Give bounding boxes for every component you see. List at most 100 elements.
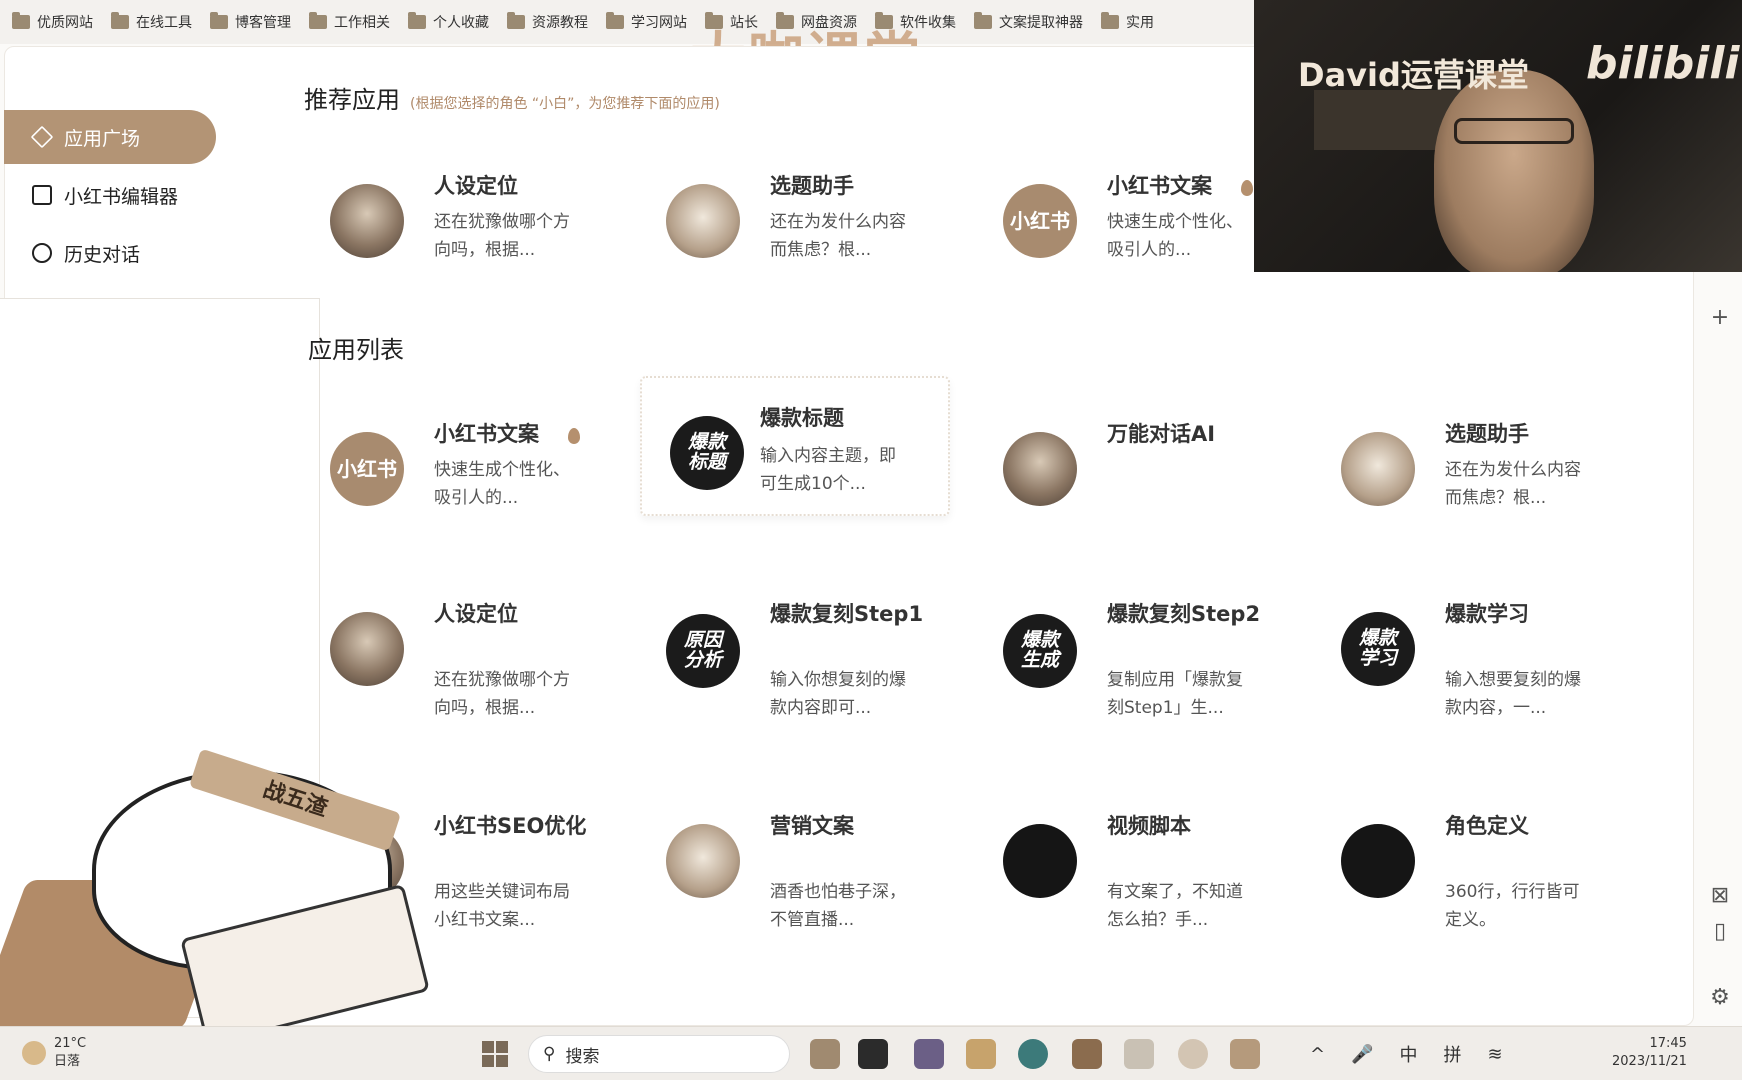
bookmark-label: 个人收藏 xyxy=(433,15,489,31)
bilibili-logo: bilibili xyxy=(1586,38,1740,89)
bookmark-item[interactable]: 博客管理 xyxy=(210,12,291,32)
presenter-glasses xyxy=(1454,118,1574,144)
sun-icon xyxy=(22,1041,46,1065)
app-icon-3[interactable] xyxy=(1178,1039,1208,1069)
folder-icon xyxy=(606,12,624,29)
app-card-title: 角色定义 xyxy=(1445,814,1529,838)
app-avatar xyxy=(330,184,404,258)
cat-sticker: 战五渣 xyxy=(0,740,430,1047)
sidebar-item-xhs-editor[interactable]: 小红书编辑器 xyxy=(4,168,224,222)
ime-mode[interactable]: 拼 xyxy=(1444,1041,1462,1067)
bookmark-label: 工作相关 xyxy=(334,15,390,31)
app-avatar: 小红书 xyxy=(330,432,404,506)
cube-icon xyxy=(30,125,54,149)
folder-icon xyxy=(974,12,992,29)
fire-icon xyxy=(568,428,580,444)
app-card[interactable]: 原因 分析 爆款复刻Step1 输入你想复刻的爆款内容即可... xyxy=(666,598,976,738)
bookmark-item[interactable]: 个人收藏 xyxy=(408,12,489,32)
wifi-icon[interactable]: ≋ xyxy=(1488,1044,1503,1065)
app-card[interactable]: 营销文案酒香也怕巷子深，不管直播... xyxy=(666,810,976,950)
app-card[interactable]: 爆款 标题 爆款标题 输入内容主题，即可生成10个... xyxy=(640,376,950,516)
app-card-desc: 还在为发什么内容而焦虑？根... xyxy=(1445,460,1581,508)
app-card[interactable]: 小红书 小红书文案 快速生成个性化、吸引人的... xyxy=(330,418,640,558)
bookmark-item[interactable]: 实用 xyxy=(1101,12,1154,32)
recommended-subtitle: (根据您选择的角色 “小白”，为您推荐下面的应用) xyxy=(410,96,720,112)
bookmark-label: 资源教程 xyxy=(532,15,588,31)
app-avatar xyxy=(666,824,740,898)
app-icon-teams[interactable] xyxy=(914,1039,944,1069)
sidebar-item-label: 应用广场 xyxy=(64,127,141,150)
webcam-overlay: David运营课堂 bilibili xyxy=(1254,0,1742,272)
app-avatar xyxy=(666,184,740,258)
app-avatar xyxy=(330,612,404,686)
taskbar-search[interactable]: ⚲ 搜索 xyxy=(528,1035,790,1073)
bookmark-item[interactable]: 学习网站 xyxy=(606,12,687,32)
bookmark-item[interactable]: 在线工具 xyxy=(111,12,192,32)
app-avatar: 爆款 学习 xyxy=(1341,612,1415,686)
app-card[interactable]: 爆款 生成 爆款复刻Step2 复制应用「爆款复刻Step1」生... xyxy=(1003,598,1313,738)
app-card-desc: 还在为发什么内容而焦虑？根... xyxy=(770,212,906,260)
bookmark-label: 文案提取神器 xyxy=(999,15,1083,31)
app-card-desc: 用这些关键词布局小红书文案... xyxy=(434,882,570,930)
app-card-desc: 还在犹豫做哪个方向吗，根据... xyxy=(434,212,570,260)
bookmark-item[interactable]: 工作相关 xyxy=(309,12,390,32)
app-card[interactable]: 人设定位 还在犹豫做哪个方向吗，根据... xyxy=(330,598,640,738)
folder-icon xyxy=(507,12,525,29)
app-avatar xyxy=(1003,824,1077,898)
sidebar-item-history[interactable]: 历史对话 xyxy=(4,226,224,280)
app-card-desc: 输入内容主题，即可生成10个... xyxy=(760,446,896,494)
app-card-title: 万能对话AI xyxy=(1107,422,1216,446)
app-card[interactable]: 爆款 学习 爆款学习 输入想要复刻的爆款内容，一... xyxy=(1341,598,1651,738)
app-card-desc: 快速生成个性化、吸引人的... xyxy=(1107,212,1243,260)
app-card[interactable]: 视频脚本 有文案了，不知道怎么拍？手... xyxy=(1003,810,1313,950)
app-avatar: 原因 分析 xyxy=(666,614,740,688)
app-card[interactable]: 万能对话AI xyxy=(1003,418,1313,558)
app-avatar xyxy=(1341,432,1415,506)
sidebar-toggle-icon[interactable]: ▯ xyxy=(1708,920,1732,944)
app-icon-1[interactable] xyxy=(810,1039,840,1069)
app-card[interactable]: 角色定义 360行，行行皆可定义。 xyxy=(1341,810,1651,950)
microphone-icon[interactable]: 🎤 xyxy=(1351,1044,1373,1065)
app-card-title: 视频脚本 xyxy=(1107,814,1191,838)
presenter-face xyxy=(1434,70,1594,272)
start-button[interactable] xyxy=(482,1041,508,1067)
app-card-title: 爆款标题 xyxy=(760,406,844,430)
edge-icon[interactable] xyxy=(1018,1039,1048,1069)
app-card-title: 营销文案 xyxy=(770,814,854,838)
app-card[interactable]: 选题助手还在为发什么内容而焦虑？根... xyxy=(666,170,976,310)
sidebar-item-app-plaza[interactable]: 应用广场 xyxy=(4,110,216,164)
app-card[interactable]: 选题助手 还在为发什么内容而焦虑？根... xyxy=(1341,418,1651,558)
clock[interactable]: 17:45 2023/11/21 xyxy=(1612,1035,1687,1071)
folder-icon xyxy=(408,12,426,29)
sidebar-item-label: 历史对话 xyxy=(64,243,141,266)
app-card-title: 小红书文案 xyxy=(434,422,539,446)
bookmark-item[interactable]: 资源教程 xyxy=(507,12,588,32)
notepad-icon[interactable] xyxy=(1124,1039,1154,1069)
app-card-title: 选题助手 xyxy=(770,174,854,198)
app-icon-4[interactable] xyxy=(1230,1039,1260,1069)
app-card-title: 人设定位 xyxy=(434,174,518,198)
app-icon-store[interactable] xyxy=(1072,1039,1102,1069)
weather-temp: 21°C xyxy=(54,1036,87,1051)
chevron-up-icon[interactable]: ^ xyxy=(1310,1044,1325,1065)
app-card[interactable]: 人设定位还在犹豫做哪个方向吗，根据... xyxy=(330,170,640,310)
plus-icon[interactable]: + xyxy=(1708,306,1732,330)
sidebar: 应用广场 小红书编辑器 历史对话 xyxy=(4,110,224,284)
app-card-title: 人设定位 xyxy=(434,602,518,626)
folder-icon xyxy=(1101,12,1119,29)
edit-icon xyxy=(32,185,52,205)
gear-icon[interactable]: ⚙ xyxy=(1708,986,1732,1010)
app-avatar: 小红书 xyxy=(1003,184,1077,258)
app-card-desc: 酒香也怕巷子深，不管直播... xyxy=(770,882,906,930)
bookmark-item[interactable]: 文案提取神器 xyxy=(974,12,1083,32)
folder-icon[interactable] xyxy=(966,1039,996,1069)
weather-widget[interactable]: 21°C 日落 xyxy=(22,1035,86,1071)
bookmark-label: 优质网站 xyxy=(37,15,93,31)
app-icon-2[interactable] xyxy=(858,1039,888,1069)
screenshot-icon[interactable]: ⊠ xyxy=(1708,884,1732,908)
folder-icon xyxy=(12,12,30,29)
system-tray: ^ 🎤 中 拼 ≋ xyxy=(1310,1041,1503,1067)
search-icon: ⚲ xyxy=(543,1044,556,1064)
bookmark-item[interactable]: 优质网站 xyxy=(12,12,93,32)
ime-lang[interactable]: 中 xyxy=(1400,1041,1418,1067)
